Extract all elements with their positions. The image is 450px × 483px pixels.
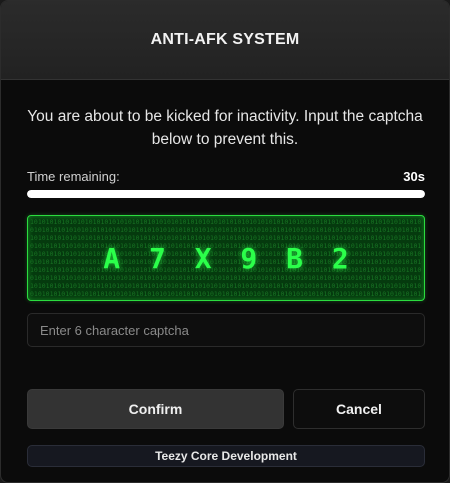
captcha-input[interactable] [27, 313, 425, 347]
cancel-button[interactable]: Cancel [293, 389, 425, 429]
footer-credit: Teezy Core Development [27, 445, 425, 467]
confirm-button[interactable]: Confirm [27, 389, 284, 429]
timer-value: 30s [403, 169, 425, 184]
timer-row: Time remaining: 30s [27, 169, 425, 184]
dialog-header: ANTI-AFK SYSTEM [1, 1, 449, 80]
timer-progress-fill [27, 190, 425, 198]
timer-progress-bar [27, 190, 425, 198]
timer-label: Time remaining: [27, 169, 120, 184]
captcha-display: 1010101010101010101010101010101010101010… [27, 215, 425, 301]
dialog-title: ANTI-AFK SYSTEM [150, 31, 300, 48]
captcha-code: A 7 X 9 B 2 [103, 241, 355, 275]
inactivity-message: You are about to be kicked for inactivit… [27, 108, 423, 148]
anti-afk-dialog: ANTI-AFK SYSTEM You are about to be kick… [0, 0, 450, 483]
